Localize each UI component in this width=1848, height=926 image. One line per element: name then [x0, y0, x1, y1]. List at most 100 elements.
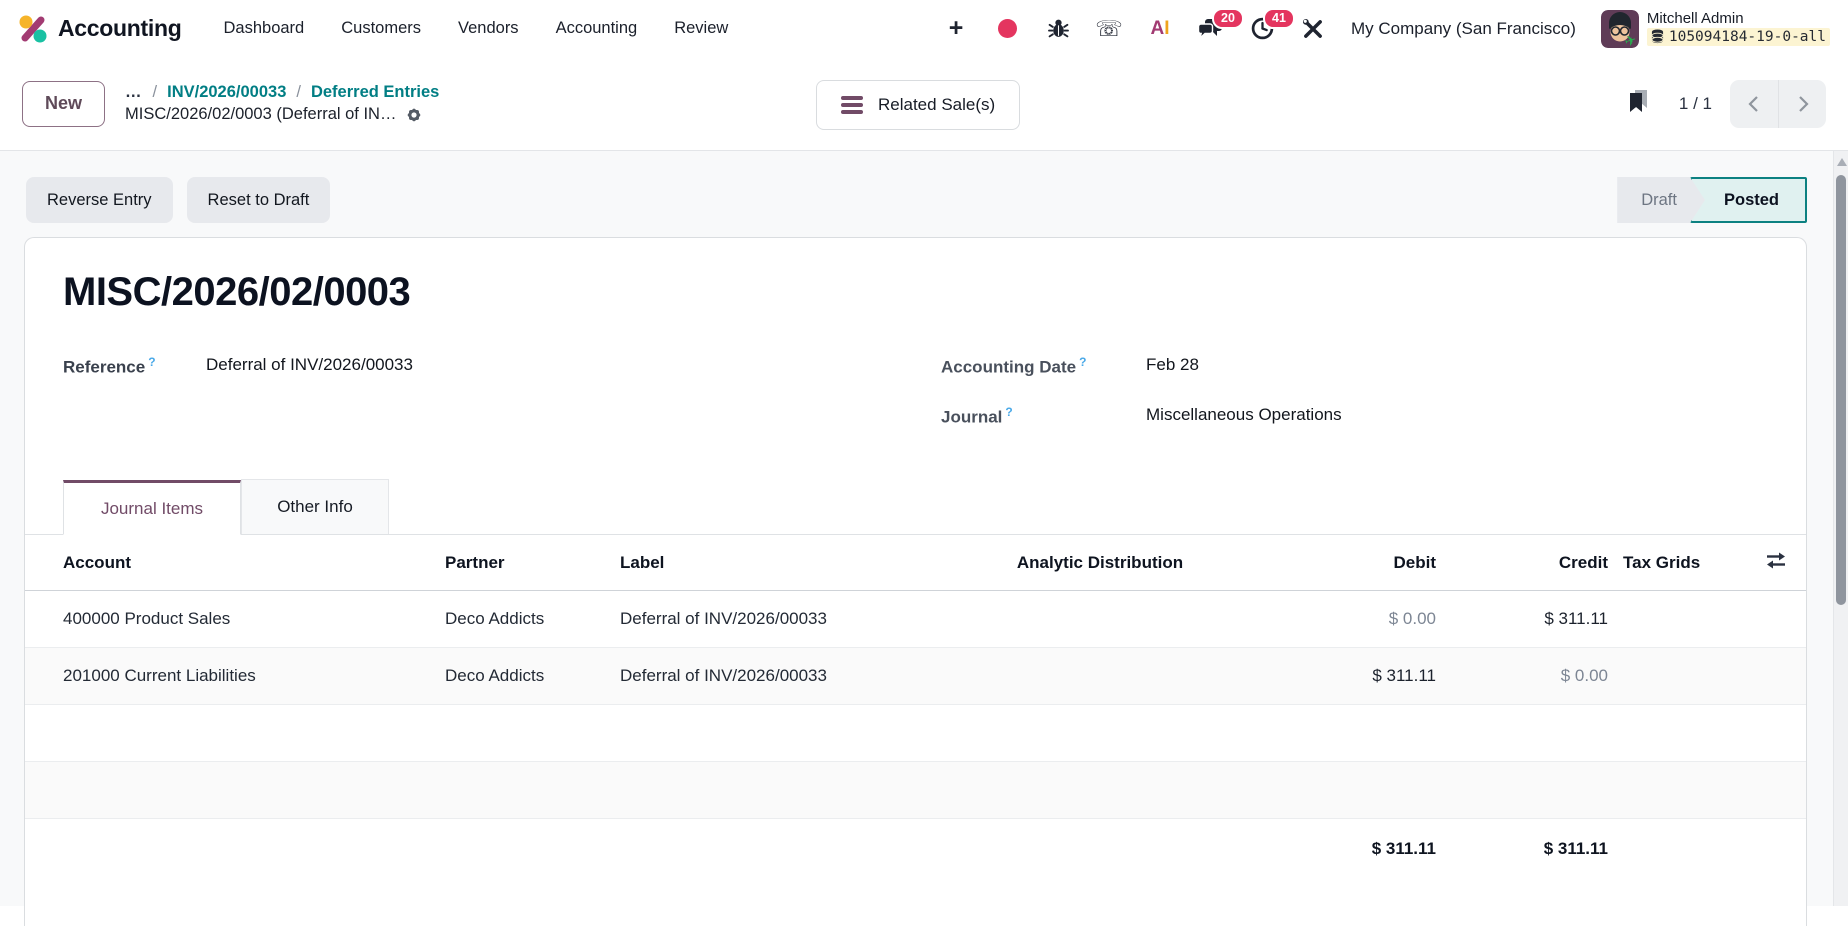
status-draft[interactable]: Draft — [1617, 177, 1705, 223]
top-navbar: Accounting Dashboard Customers Vendors A… — [0, 0, 1848, 57]
activities-badge: 41 — [1263, 7, 1295, 30]
phone-dial-icon[interactable]: ☏ — [1095, 15, 1123, 42]
accounting-app-icon[interactable] — [18, 14, 48, 44]
statusbar-actions: Reverse Entry Reset to Draft — [26, 177, 331, 223]
col-label: Label — [620, 552, 665, 572]
scroll-up-arrow[interactable] — [1837, 158, 1847, 166]
optional-columns-cell — [1728, 552, 1806, 574]
hamburger-icon — [841, 96, 863, 114]
db-text: 105094184-19-0-all — [1668, 28, 1826, 45]
database-icon — [1651, 29, 1664, 44]
tab-journal-items[interactable]: Journal Items — [63, 480, 241, 535]
col-tax-grids: Tax Grids — [1623, 552, 1701, 572]
form-sheet: MISC/2026/02/0003 Reference? Deferral of… — [24, 237, 1807, 926]
field-section: Reference? Deferral of INV/2026/00033 Ac… — [25, 355, 1806, 433]
cell-label[interactable]: Deferral of INV/2026/00033 — [620, 666, 950, 686]
ai-glyph: AI — [1150, 17, 1170, 39]
plus-icon[interactable]: + — [943, 16, 969, 42]
breadcrumb-separator: / — [152, 83, 158, 101]
gear-icon[interactable] — [406, 107, 422, 123]
db-info: 105094184-19-0-all — [1646, 27, 1830, 46]
new-button[interactable]: New — [22, 80, 106, 127]
avatar: ✈ — [1600, 9, 1639, 48]
company-switcher[interactable]: My Company (San Francisco) — [1351, 19, 1576, 39]
breadcrumb: … / INV/2026/00033 / Deferred Entries MI… — [125, 83, 439, 124]
red-dot — [997, 19, 1017, 38]
systray: + ☏ AI 20 41 My Company (San Francisco) … — [943, 7, 1830, 48]
control-panel: New … / INV/2026/00033 / Deferred Entrie… — [0, 57, 1848, 151]
reverse-entry-button[interactable]: Reverse Entry — [26, 177, 173, 223]
app-name[interactable]: Accounting — [58, 15, 182, 42]
tools-glyph — [1303, 18, 1322, 38]
related-sales-button[interactable]: Related Sale(s) — [816, 80, 1021, 130]
help-icon: ? — [1005, 405, 1013, 419]
bug-glyph — [1047, 19, 1069, 38]
tools-icon[interactable] — [1300, 16, 1326, 42]
chevron-right-icon — [1798, 95, 1809, 112]
menu-customers[interactable]: Customers — [341, 19, 421, 38]
tab-other-info[interactable]: Other Info — [241, 479, 389, 534]
messages-icon[interactable]: 20 — [1198, 7, 1244, 42]
user-name: Mitchell Admin — [1646, 9, 1744, 27]
reference-value[interactable]: Deferral of INV/2026/00033 — [206, 355, 413, 375]
status-posted[interactable]: Posted — [1689, 177, 1807, 223]
scrollbar-thumb[interactable] — [1836, 175, 1846, 605]
table-row[interactable]: 400000 Product Sales Deco Addicts Deferr… — [25, 591, 1806, 648]
adjust-columns-icon[interactable] — [1766, 552, 1786, 569]
record-icon[interactable] — [994, 16, 1020, 42]
cell-account[interactable]: 400000 Product Sales — [25, 609, 445, 629]
accounting-date-label: Accounting Date — [941, 357, 1077, 377]
related-sales-label: Related Sale(s) — [878, 95, 996, 114]
accounting-date-value[interactable]: Feb 28 — [1146, 355, 1199, 375]
reset-to-draft-button[interactable]: Reset to Draft — [186, 177, 331, 223]
col-analytic-distribution: Analytic Distribution — [1016, 552, 1184, 572]
pager-area: 1 / 1 — [1627, 79, 1826, 128]
cell-debit[interactable]: $ 311.11 — [1250, 666, 1436, 686]
pager-previous-button[interactable] — [1730, 80, 1778, 128]
breadcrumb-ellipsis[interactable]: … — [125, 83, 143, 102]
table-header-row: Account Partner Label Analytic Distribut… — [25, 535, 1806, 591]
vertical-scrollbar — [1833, 151, 1848, 906]
cell-account[interactable]: 201000 Current Liabilities — [25, 666, 445, 686]
reference-label: Reference — [63, 357, 146, 377]
journal-items-table: Account Partner Label Analytic Distribut… — [25, 535, 1806, 879]
cell-partner[interactable]: Deco Addicts — [445, 609, 620, 629]
plus-glyph: + — [948, 14, 964, 42]
notebook-tabs: Journal Items Other Info — [25, 479, 1806, 535]
bookmark-icon[interactable] — [1627, 89, 1649, 118]
menu-dashboard[interactable]: Dashboard — [224, 19, 305, 38]
pager-next-button[interactable] — [1778, 79, 1826, 128]
journal-label: Journal — [941, 407, 1003, 427]
chevron-left-icon — [1748, 95, 1758, 112]
breadcrumb-link-invoice[interactable]: INV/2026/00033 — [167, 83, 286, 102]
journal-value[interactable]: Miscellaneous Operations — [1146, 405, 1342, 425]
empty-row — [25, 762, 1806, 819]
main-menu: Dashboard Customers Vendors Accounting R… — [224, 19, 729, 38]
cell-credit[interactable]: $ 311.11 — [1436, 609, 1608, 629]
table-row[interactable]: 201000 Current Liabilities Deco Addicts … — [25, 648, 1806, 705]
pager-buttons — [1730, 79, 1826, 128]
menu-accounting[interactable]: Accounting — [556, 19, 638, 38]
phone-glyph: ☏ — [1095, 15, 1123, 41]
cell-partner[interactable]: Deco Addicts — [445, 666, 620, 686]
entry-name-title: MISC/2026/02/0003 — [63, 270, 411, 314]
total-debit: $ 311.11 — [1371, 839, 1436, 858]
pager-value[interactable]: 1 / 1 — [1679, 94, 1712, 114]
empty-row — [25, 705, 1806, 762]
activities-clock-icon[interactable]: 41 — [1249, 7, 1295, 42]
ai-icon[interactable]: AI — [1147, 16, 1173, 42]
breadcrumb-link-deferred[interactable]: Deferred Entries — [311, 83, 439, 102]
menu-vendors[interactable]: Vendors — [458, 19, 519, 38]
user-info: Mitchell Admin 105094184-19-0-all — [1646, 9, 1830, 46]
breadcrumb-separator: / — [296, 83, 301, 101]
cell-label[interactable]: Deferral of INV/2026/00033 — [620, 609, 950, 629]
help-icon: ? — [148, 355, 156, 369]
menu-review[interactable]: Review — [674, 19, 728, 38]
totals-row: $ 311.11 $ 311.11 — [25, 819, 1806, 879]
cell-credit[interactable]: $ 0.00 — [1436, 666, 1608, 686]
col-credit: Credit — [1558, 552, 1608, 572]
messages-badge: 20 — [1212, 7, 1244, 30]
bug-icon[interactable] — [1045, 16, 1071, 42]
cell-debit[interactable]: $ 0.00 — [1250, 609, 1436, 629]
user-menu[interactable]: ✈ Mitchell Admin 105094184-19-0-all — [1600, 9, 1830, 48]
